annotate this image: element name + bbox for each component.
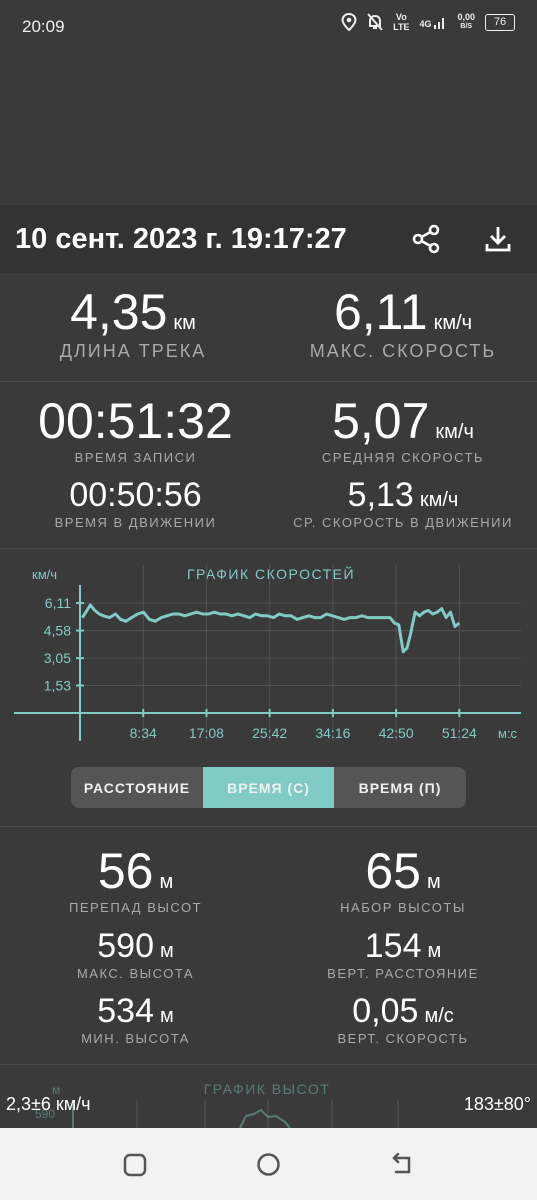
elevation-diff: 56 м ПЕРЕПАД ВЫСОТ	[18, 842, 253, 915]
status-icons: Vo LTE 4G 0,00 B/S 76	[341, 12, 515, 32]
track-header: 10 сент. 2023 г. 19:17:27	[0, 205, 537, 273]
recents-icon[interactable]	[123, 1153, 147, 1177]
elevation-diff-label: ПЕРЕПАД ВЫСОТ	[68, 900, 203, 915]
chart-mode-selector: РАССТОЯНИЕ ВРЕМЯ (С) ВРЕМЯ (П)	[71, 767, 466, 808]
vertical-speed: 0,05 м/с ВЕРТ. СКОРОСТЬ	[288, 992, 518, 1046]
y-tick-label: 4,58	[44, 623, 71, 639]
back-icon[interactable]	[390, 1153, 414, 1177]
divider	[0, 826, 537, 827]
data-rate-value: 0,00	[457, 12, 475, 22]
bearing-overlay: 183±80°	[463, 1094, 531, 1114]
x-tick-label: 8:34	[130, 725, 157, 741]
vertical-speed-value: 0,05	[352, 992, 419, 1030]
status-time: 20:09	[22, 17, 65, 36]
share-icon[interactable]	[410, 223, 442, 255]
avg-speed-unit: км/ч	[435, 421, 474, 443]
vertical-distance-label: ВЕРТ. РАССТОЯНИЕ	[327, 966, 479, 981]
elevation-diff-value: 56	[97, 843, 154, 899]
divider	[0, 381, 537, 382]
max-speed-value: 6,11	[333, 284, 428, 340]
battery-level: 76	[493, 16, 507, 28]
system-nav-bar	[0, 1128, 537, 1200]
divider	[0, 548, 537, 549]
current-speed-overlay: 2,3±6 км/ч	[6, 1094, 91, 1114]
y-tick-label: 1,53	[44, 677, 71, 693]
status-bar: 20:09 Vo LTE 4G 0,00 B/S 76	[0, 0, 537, 55]
elevation-diff-unit: м	[159, 871, 174, 893]
data-rate: 0,00 B/S	[457, 12, 475, 32]
track-length-label: ДЛИНА ТРЕКА	[59, 341, 207, 361]
chart-title: ГРАФИК СКОРОСТЕЙ	[187, 565, 355, 582]
tab-time-p[interactable]: ВРЕМЯ (П)	[334, 767, 466, 808]
max-speed: 6,11 км/ч МАКС. СКОРОСТЬ	[288, 283, 518, 362]
x-tick-label: 17:08	[189, 725, 224, 741]
elevation-gain-unit: м	[426, 871, 441, 893]
divider	[0, 1064, 537, 1065]
battery-icon: 76	[485, 13, 515, 31]
max-speed-label: МАКС. СКОРОСТЬ	[309, 341, 497, 361]
min-elevation: 534 м МИН. ВЫСОТА	[18, 992, 253, 1046]
y-tick-label: 3,05	[44, 650, 71, 666]
elevation-chart-title: ГРАФИК ВЫСОТ	[204, 1081, 331, 1097]
tab-time-c[interactable]: ВРЕМЯ (С)	[203, 767, 334, 808]
moving-time: 00:50:56 ВРЕМЯ В ДВИЖЕНИИ	[18, 476, 253, 530]
speed-series-line	[80, 603, 461, 654]
max-speed-unit: км/ч	[433, 312, 473, 334]
record-time: 00:51:32 ВРЕМЯ ЗАПИСИ	[18, 392, 253, 465]
download-icon[interactable]	[482, 223, 514, 255]
x-tick-label: 42:50	[379, 725, 414, 741]
elevation-gain: 65 м НАБОР ВЫСОТЫ	[288, 842, 518, 915]
max-elevation-value: 590	[97, 927, 154, 965]
x-tick-label: 34:16	[315, 725, 350, 741]
min-elevation-unit: м	[159, 1005, 174, 1027]
avg-speed: 5,07 км/ч СРЕДНЯЯ СКОРОСТЬ	[288, 392, 518, 465]
vertical-speed-unit: м/с	[424, 1005, 454, 1027]
avg-moving-speed-unit: км/ч	[419, 489, 459, 511]
x-tick-label: 25:42	[252, 725, 287, 741]
track-length: 4,35 км ДЛИНА ТРЕКА	[18, 283, 248, 362]
avg-moving-speed: 5,13 км/ч СР. СКОРОСТЬ В ДВИЖЕНИИ	[288, 476, 518, 530]
avg-speed-value: 5,07	[332, 393, 430, 449]
signal-icon: 4G	[419, 15, 447, 29]
top-blank-area	[0, 55, 537, 205]
vertical-speed-label: ВЕРТ. СКОРОСТЬ	[337, 1031, 469, 1046]
vertical-distance-value: 154	[364, 927, 422, 965]
record-time-value: 00:51:32	[38, 393, 233, 449]
max-elevation: 590 м МАКС. ВЫСОТА	[18, 927, 253, 981]
vertical-distance: 154 м ВЕРТ. РАССТОЯНИЕ	[288, 927, 518, 981]
tab-distance[interactable]: РАССТОЯНИЕ	[71, 767, 203, 808]
elevation-gain-value: 65	[365, 843, 421, 899]
record-time-label: ВРЕМЯ ЗАПИСИ	[74, 450, 197, 465]
data-rate-unit: B/S	[460, 23, 473, 30]
vertical-distance-unit: м	[427, 940, 442, 962]
max-elevation-unit: м	[159, 940, 174, 962]
network-type: 4G	[419, 19, 432, 29]
location-icon	[341, 13, 357, 31]
avg-speed-label: СРЕДНЯЯ СКОРОСТЬ	[321, 450, 485, 465]
y-axis-unit: км/ч	[32, 567, 57, 582]
elevation-gain-label: НАБОР ВЫСОТЫ	[340, 900, 466, 915]
notifications-off-icon	[367, 13, 383, 31]
volte-indicator: Vo LTE	[393, 12, 410, 32]
min-elevation-label: МИН. ВЫСОТА	[81, 1031, 190, 1046]
moving-time-label: ВРЕМЯ В ДВИЖЕНИИ	[54, 515, 217, 530]
y-tick-label: 6,11	[45, 595, 71, 611]
track-title: 10 сент. 2023 г. 19:17:27	[15, 223, 347, 255]
avg-moving-speed-label: СР. СКОРОСТЬ В ДВИЖЕНИИ	[293, 515, 513, 530]
speed-chart[interactable]: ГРАФИК СКОРОСТЕЙ км/ч м:с 1,53 3,05 4,58 6,…	[0, 555, 537, 755]
home-icon[interactable]	[256, 1152, 281, 1177]
moving-time-value: 00:50:56	[69, 476, 202, 514]
min-elevation-value: 534	[97, 992, 154, 1030]
track-length-value: 4,35	[70, 284, 168, 340]
x-axis-unit: м:с	[498, 726, 518, 741]
x-tick-label: 51:24	[442, 725, 477, 741]
max-elevation-label: МАКС. ВЫСОТА	[76, 966, 195, 981]
avg-moving-speed-value: 5,13	[347, 476, 414, 514]
track-length-unit: км	[173, 312, 196, 334]
